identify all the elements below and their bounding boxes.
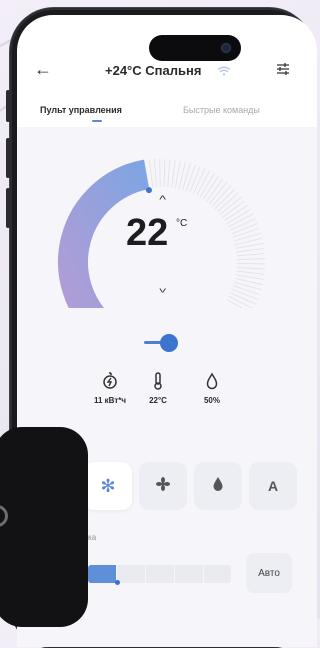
dial-tick xyxy=(237,254,265,256)
humidity-icon xyxy=(182,372,242,392)
snowflake-icon: ✻ xyxy=(100,476,115,497)
thermometer-icon xyxy=(128,372,188,392)
dial-tick xyxy=(236,248,264,252)
dial-tick xyxy=(232,289,258,299)
dial-tick xyxy=(190,166,200,192)
dial-tick xyxy=(175,161,180,189)
humidity-value: 50% xyxy=(182,396,242,405)
wifi-icon xyxy=(217,63,231,81)
phone-side-button xyxy=(6,90,10,122)
dial-tick xyxy=(160,159,161,187)
temperature-stat-value: 22°C xyxy=(128,396,188,405)
dial-tick xyxy=(236,275,264,280)
camera-icon xyxy=(221,43,231,53)
dial-tick xyxy=(172,160,176,188)
dial-tick xyxy=(236,271,264,274)
dial-tick xyxy=(154,159,156,187)
mode-cool-button[interactable]: ✻ xyxy=(84,462,132,510)
airflow-fill xyxy=(88,565,117,583)
stat-humidity: 50% xyxy=(182,372,242,405)
power-toggle-knob[interactable] xyxy=(160,334,178,352)
remote-device-foreground xyxy=(0,427,88,627)
dial-tick xyxy=(237,267,265,269)
airflow-segment-divider xyxy=(174,565,175,583)
temperature-up-icon[interactable]: ^ xyxy=(159,194,166,206)
airflow-segment-divider xyxy=(145,565,146,583)
dial-tick xyxy=(233,228,259,237)
dial-tick xyxy=(233,286,260,295)
dial-tick xyxy=(168,159,170,187)
tab-quick-commands[interactable]: Быстрые команды xyxy=(183,105,260,115)
airflow-segment-divider xyxy=(203,565,204,583)
phone-side-button xyxy=(6,188,10,228)
back-arrow-icon[interactable]: ← xyxy=(34,59,52,80)
airflow-slider[interactable] xyxy=(88,565,231,583)
auto-mode-icon: A xyxy=(268,478,278,494)
phone-side-button xyxy=(6,138,10,178)
stat-temperature: 22°C xyxy=(128,372,188,405)
mode-auto-button[interactable]: A xyxy=(249,462,297,510)
ring-icon xyxy=(0,505,8,527)
dial-tick xyxy=(149,160,152,188)
active-tab-indicator xyxy=(92,120,102,122)
app-header: ← +24°C Спальня xyxy=(17,57,317,87)
tab-remote-control[interactable]: Пульт управления xyxy=(40,105,122,115)
mode-dry-button[interactable] xyxy=(194,462,242,510)
dial-tick xyxy=(237,263,265,264)
airflow-auto-button[interactable]: Авто xyxy=(246,553,292,593)
dial-tick xyxy=(232,223,258,233)
settings-sliders-icon[interactable] xyxy=(275,61,291,82)
drop-icon xyxy=(212,476,224,497)
dial-tick xyxy=(186,165,195,191)
mode-fan-button[interactable] xyxy=(139,462,187,510)
dial-tick xyxy=(164,159,165,187)
temperature-down-icon[interactable]: ^ xyxy=(159,282,166,294)
dial-tick xyxy=(237,259,265,260)
dial-handle[interactable] xyxy=(146,187,152,193)
tab-bar: Пульт управления Быстрые команды xyxy=(17,99,317,129)
temperature-unit: °C xyxy=(176,218,187,229)
fan-icon xyxy=(155,476,171,497)
dial-tick xyxy=(236,243,264,248)
airflow-handle[interactable] xyxy=(115,580,120,585)
device-title: +24°C Спальня xyxy=(105,63,201,78)
temperature-value: 22 xyxy=(126,212,168,255)
